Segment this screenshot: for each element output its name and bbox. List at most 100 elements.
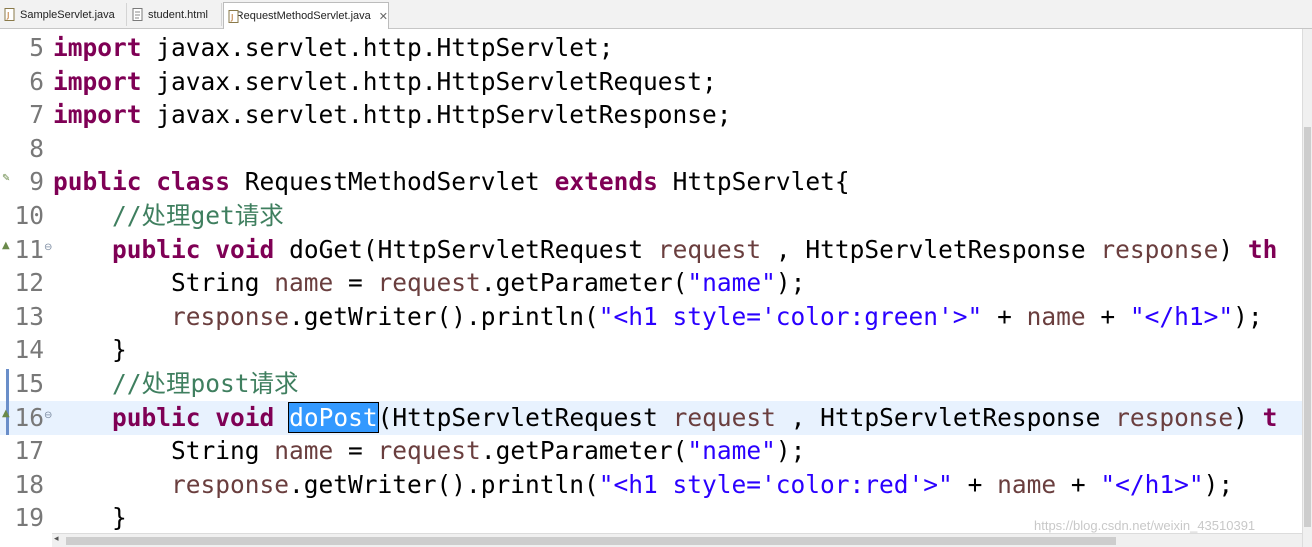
line-number: 19	[14, 503, 44, 533]
code-token: RequestMethodServlet	[230, 167, 555, 197]
variable-token: response	[1115, 402, 1234, 432]
string-token: "<h1 style='color:green'>"	[598, 301, 983, 331]
variable-token: name	[997, 469, 1057, 499]
code-token: String	[53, 436, 275, 466]
horizontal-scrollbar[interactable]: ◂	[52, 533, 1302, 547]
code-token: )	[1218, 234, 1248, 264]
line-code: response.getWriter().println("<h1 style=…	[53, 300, 1263, 334]
keyword-token: import	[53, 100, 142, 130]
code-token: String	[53, 268, 275, 298]
line-code: String name = request.getParameter("name…	[53, 266, 805, 300]
scrollbar-thumb[interactable]	[1304, 127, 1311, 527]
code-token: +	[982, 301, 1027, 331]
code-line[interactable]: 11 public void doGet(HttpServletRequest …	[0, 233, 1302, 267]
html-file-icon	[132, 8, 144, 21]
code-line[interactable]: 6 import javax.servlet.http.HttpServletRe…	[0, 65, 1302, 99]
string-token: "<h1 style='color:red'>"	[598, 469, 953, 499]
line-code: import javax.servlet.http.HttpServletRes…	[53, 98, 732, 132]
variable-token: name	[274, 268, 334, 298]
code-token: javax.servlet.http.HttpServletRequest;	[141, 66, 717, 96]
code-token: javax.servlet.http.HttpServletResponse;	[141, 100, 732, 130]
fold-toggle-icon[interactable]: ⊖	[44, 410, 52, 421]
variable-token: name	[1026, 301, 1086, 331]
code-line[interactable]: 5 import javax.servlet.http.HttpServlet;	[0, 31, 1302, 65]
editor-tab-bar: J SampleServlet.java student.html J Requ…	[0, 0, 1312, 29]
java-file-icon: J	[228, 9, 239, 23]
code-token: , HttpServletResponse	[775, 402, 1116, 432]
code-token: =	[333, 436, 378, 466]
code-token: HttpServlet{	[657, 167, 850, 197]
vertical-scrollbar[interactable]	[1302, 29, 1312, 547]
line-code: }	[53, 501, 127, 533]
line-code: public void doPost(HttpServletRequest re…	[53, 401, 1277, 435]
code-token: }	[53, 335, 127, 365]
tab-label: student.html	[148, 8, 208, 21]
tab-sample-servlet[interactable]: J SampleServlet.java	[0, 3, 127, 26]
tab-request-method-servlet[interactable]: J RequestMethodServlet.java ✕	[223, 2, 389, 29]
watermark: https://blog.csdn.net/weixin_43510391	[1034, 518, 1256, 533]
line-code: String name = request.getParameter("name…	[53, 434, 805, 468]
code-line[interactable]: 9 public class RequestMethodServlet exten…	[0, 165, 1302, 199]
code-line[interactable]: 18 response.getWriter().println("<h1 sty…	[0, 468, 1302, 502]
code-line[interactable]: 14 }	[0, 333, 1302, 367]
string-token: "name"	[687, 268, 776, 298]
code-token: );	[1233, 301, 1263, 331]
keyword-token: public	[112, 234, 201, 264]
variable-token: response	[171, 301, 290, 331]
line-code: import javax.servlet.http.HttpServletReq…	[53, 65, 717, 99]
code-token: =	[333, 268, 378, 298]
line-code: }	[53, 333, 127, 367]
code-line[interactable]: 10 //处理get请求	[0, 199, 1302, 233]
code-token: .getParameter(	[480, 436, 688, 466]
code-line[interactable]: 8	[0, 132, 1302, 166]
code-token: );	[775, 268, 806, 298]
comment-token: //处理get请求	[112, 201, 284, 230]
code-editor[interactable]: 5 import javax.servlet.http.HttpServlet; 6…	[0, 29, 1302, 533]
code-line[interactable]: 17 String name = request.getParameter("n…	[0, 434, 1302, 468]
override-marker-icon: ▲	[2, 240, 10, 251]
keyword-token: th	[1247, 234, 1278, 264]
line-number: 12	[14, 268, 44, 298]
string-token: "</h1>"	[1129, 301, 1234, 331]
code-line[interactable]: 13 response.getWriter().println("<h1 sty…	[0, 300, 1302, 334]
code-line[interactable]: 12 String name = request.getParameter("n…	[0, 266, 1302, 300]
scrollbar-thumb[interactable]	[66, 537, 1116, 545]
variable-token: response	[171, 469, 290, 499]
code-token: (HttpServletRequest	[377, 402, 673, 432]
tab-label: RequestMethodServlet.java	[235, 10, 371, 22]
line-number: 7	[29, 100, 44, 130]
line-code: response.getWriter().println("<h1 style=…	[53, 468, 1233, 502]
line-number: 18	[14, 469, 44, 499]
line-code: import javax.servlet.http.HttpServlet;	[53, 31, 614, 65]
code-token: .getWriter().println(	[289, 301, 599, 331]
line-number: 6	[29, 66, 44, 96]
line-number: 17	[14, 436, 44, 466]
tab-student-html[interactable]: student.html	[128, 3, 222, 26]
line-number: 5	[29, 33, 44, 62]
line-number: 14	[14, 335, 44, 365]
code-line[interactable]: 7 import javax.servlet.http.HttpServletRe…	[0, 98, 1302, 132]
fold-toggle-icon[interactable]: ⊖	[44, 242, 52, 253]
selected-text: doPost	[288, 401, 379, 433]
keyword-token: public	[112, 402, 201, 432]
code-token: );	[1203, 469, 1234, 499]
close-icon[interactable]: ✕	[379, 10, 388, 23]
scroll-left-icon[interactable]: ◂	[54, 534, 59, 544]
line-code: public class RequestMethodServlet extend…	[53, 165, 850, 199]
override-marker-icon: ✎	[2, 173, 11, 184]
code-token: , HttpServletResponse	[761, 234, 1101, 264]
code-line[interactable]: 15 //处理post请求	[0, 367, 1302, 401]
line-number: 8	[29, 133, 44, 163]
variable-token: response	[1100, 234, 1219, 264]
code-token: doGet(HttpServletRequest	[274, 234, 658, 264]
code-token: .getParameter(	[480, 268, 688, 298]
code-line[interactable]: 16 public void doPost(HttpServletRequest…	[0, 400, 1302, 435]
comment-token: //处理post请求	[112, 369, 299, 398]
